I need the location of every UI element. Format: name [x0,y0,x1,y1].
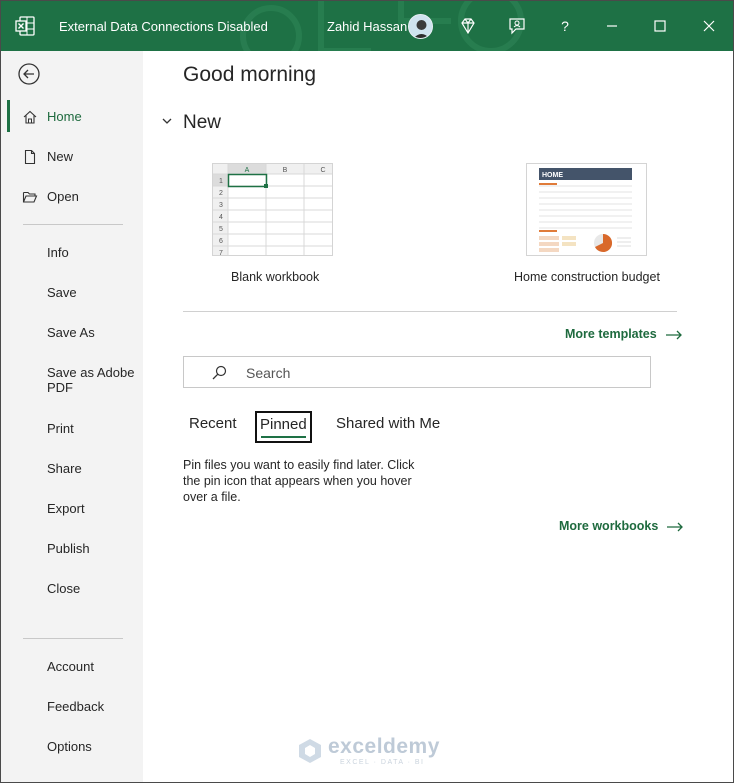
excel-backstage-window: External Data Connections Disabled Zahid… [0,0,734,783]
tab-shared-with-me[interactable]: Shared with Me [336,415,440,447]
sidebar-item-publish[interactable]: Publish [1,532,143,568]
sidebar-item-label: Feedback [47,699,105,714]
column-header: B [283,167,288,174]
chevron-down-icon[interactable] [161,115,173,127]
search-icon [212,365,227,380]
sidebar-item-label: Share [47,461,82,476]
budget-thumb-title: HOME [542,172,563,179]
arrow-right-icon [665,330,682,340]
pinned-empty-message: Pin files you want to easily find later.… [183,458,415,504]
row-header: 2 [219,190,223,197]
help-icon[interactable]: ? [554,15,576,37]
backstage-sidebar: Home New Open Info Save Save As Save as … [1,51,143,782]
sidebar-item-save-as[interactable]: Save As [1,316,143,352]
sidebar-item-export[interactable]: Export [1,492,143,528]
sidebar-item-label: New [47,149,74,164]
section-divider [183,311,677,312]
sidebar-item-feedback[interactable]: Feedback [1,690,143,726]
template-home-construction-budget[interactable]: HOME Home construction budget [513,163,673,285]
more-templates-link[interactable]: More templates [565,327,683,341]
row-header: 3 [219,202,223,209]
sidebar-item-account[interactable]: Account [1,650,143,686]
sidebar-item-label: Options [47,739,92,754]
sidebar-item-label: Save as Adobe PDF [47,365,135,395]
minimize-icon[interactable] [601,15,623,37]
row-header: 1 [219,178,223,185]
sidebar-item-label: Account [47,659,94,674]
sidebar-item-label: Export [47,501,85,516]
folder-open-icon [22,191,38,203]
sidebar-item-print[interactable]: Print [1,412,143,448]
window-title: External Data Connections Disabled [59,19,268,34]
sidebar-item-label: Save As [47,325,95,340]
sidebar-item-label: Print [47,421,74,436]
greeting-heading: Good morning [183,63,317,86]
tab-pinned[interactable]: Pinned [255,411,312,443]
search-input[interactable] [246,363,626,383]
budget-preview: HOME [539,168,632,252]
row-header: 5 [219,226,223,233]
tab-underline [261,436,306,438]
excel-icon[interactable] [14,15,36,37]
maximize-icon[interactable] [649,15,671,37]
sidebar-divider [23,638,123,639]
budget-thumbnail: HOME [526,163,647,256]
diamond-icon[interactable] [457,15,479,37]
close-icon[interactable] [698,15,720,37]
sidebar-item-new[interactable]: New [1,140,143,176]
template-blank-workbook[interactable]: A B C 1 2 3 4 5 6 7 Blank workbook [212,163,334,285]
feedback-icon[interactable] [506,15,528,37]
active-indicator [7,100,10,132]
exceldemy-logo-icon [299,739,321,763]
sidebar-item-share[interactable]: Share [1,452,143,488]
sidebar-item-info[interactable]: Info [1,236,143,272]
sidebar-divider [23,224,123,225]
more-workbooks-link[interactable]: More workbooks [559,519,684,533]
template-label: Blank workbook [231,270,320,284]
main-content: Good morning New A B C 1 2 3 4 5 6 7 Bla… [143,51,733,782]
sidebar-item-label: Save [47,285,77,300]
template-label: Home construction budget [514,270,660,284]
more-workbooks-label: More workbooks [559,519,659,533]
tab-label: Pinned [260,416,307,433]
exceldemy-watermark: exceldemy EXCEL · DATA · BI [296,735,446,771]
arrow-right-icon [667,522,684,532]
sidebar-item-home[interactable]: Home [1,100,143,136]
sidebar-item-label: Info [47,245,69,260]
new-section-heading[interactable]: New [183,112,221,134]
row-header: 4 [219,214,223,221]
sidebar-item-close[interactable]: Close [1,572,143,608]
watermark-tagline: EXCEL · DATA · BI [340,759,425,766]
sidebar-item-options[interactable]: Options [1,730,143,766]
title-bar: External Data Connections Disabled Zahid… [1,1,733,51]
sidebar-item-open[interactable]: Open [1,180,143,216]
avatar[interactable] [408,14,433,39]
sidebar-item-save[interactable]: Save [1,276,143,312]
column-header: C [320,167,325,174]
sidebar-item-label: Publish [47,541,90,556]
row-header: 7 [219,250,223,256]
watermark-brand: exceldemy [328,735,440,758]
spreadsheet-grid: A B C 1 2 3 4 5 6 7 [213,164,332,256]
tab-recent[interactable]: Recent [189,415,237,447]
search-box[interactable] [183,356,651,388]
more-templates-label: More templates [565,327,657,341]
row-header: 6 [219,238,223,245]
new-document-icon [24,149,36,165]
column-header: A [245,167,250,174]
user-name[interactable]: Zahid Hassan [327,19,407,34]
sidebar-item-label: Open [47,189,79,204]
back-arrow-icon[interactable] [16,61,42,87]
blank-workbook-thumbnail: A B C 1 2 3 4 5 6 7 [212,163,333,256]
sidebar-item-label: Home [47,109,82,124]
sidebar-item-save-as-adobe-pdf[interactable]: Save as Adobe PDF [1,356,143,408]
sidebar-item-label: Close [47,581,81,596]
home-icon [23,110,37,124]
